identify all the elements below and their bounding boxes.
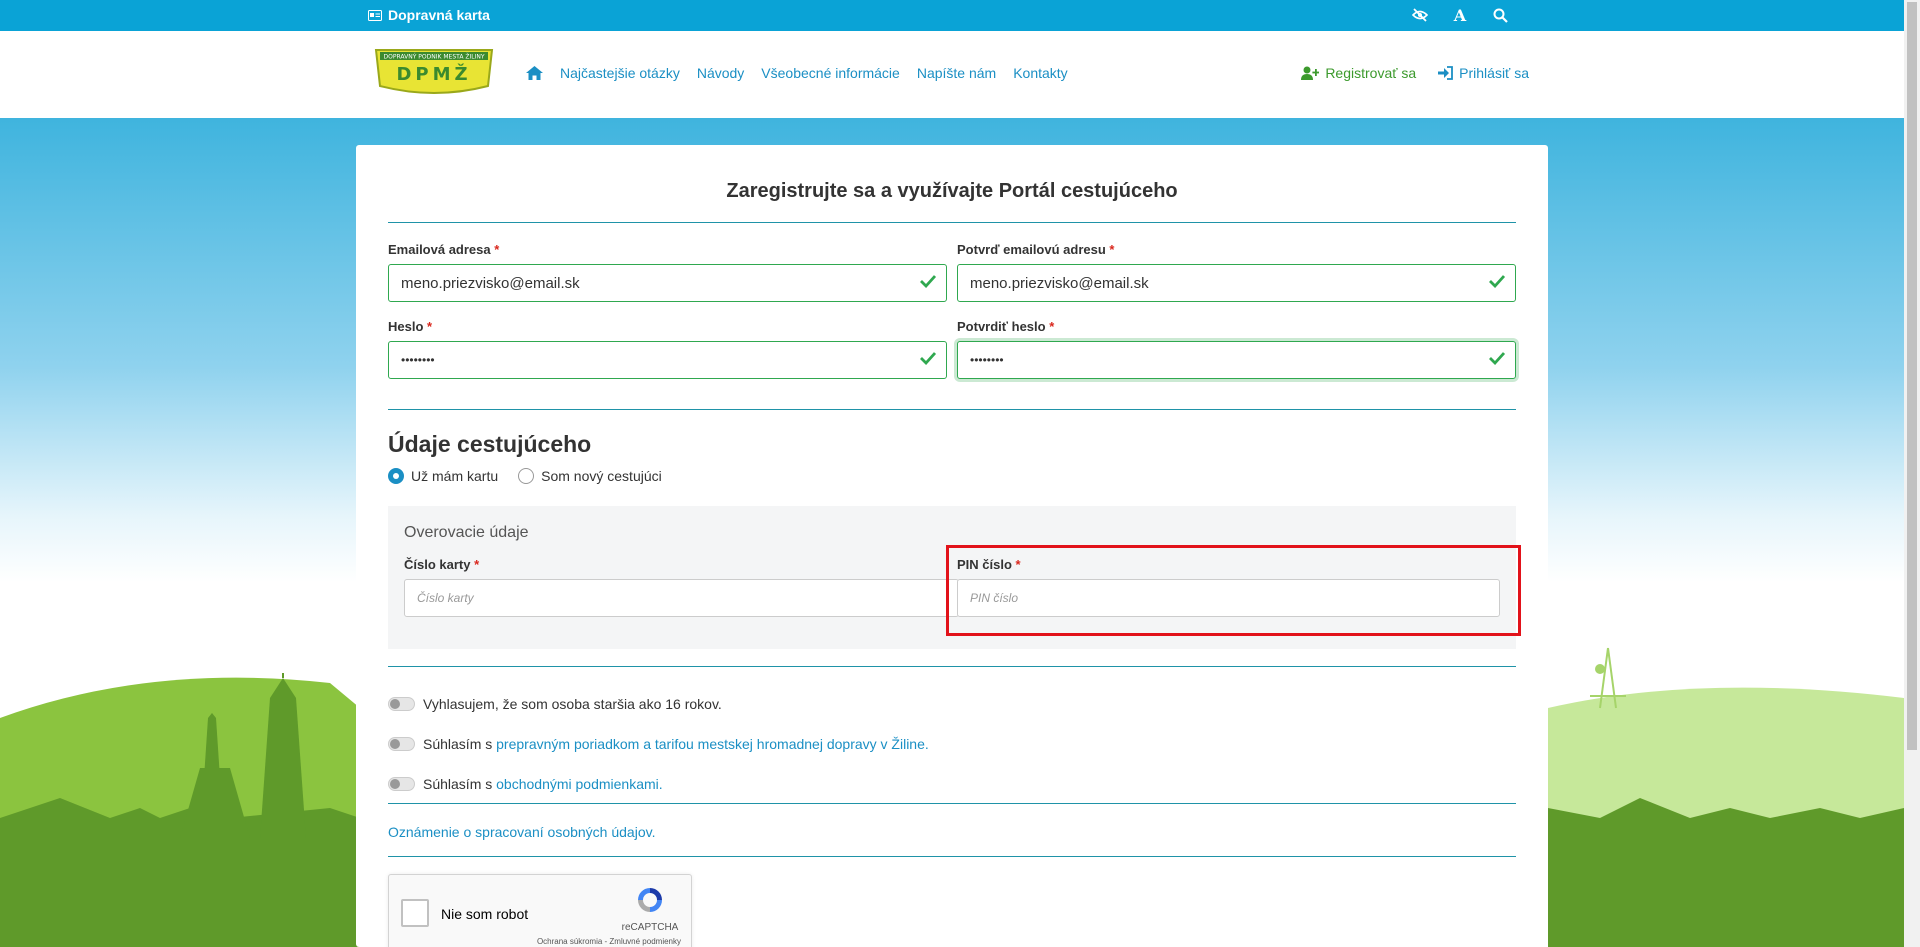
check-icon [920,275,936,288]
scrollbar-thumb[interactable] [1907,2,1917,750]
registration-card: Zaregistrujte sa a využívajte Portál ces… [356,145,1548,947]
divider [388,803,1516,804]
card-number-field-group: Číslo karty * Číslo karty [404,557,959,617]
recaptcha-label: Nie som robot [441,906,529,922]
svg-text:DOPRAVNÝ PODNIK MESTA ŽILINY: DOPRAVNÝ PODNIK MESTA ŽILINY [384,53,485,61]
recaptcha-icon [638,888,662,912]
main-nav: Najčastejšie otázky Návody Všeobecné inf… [526,65,1068,81]
email-label: Emailová adresa * [388,242,500,257]
email-confirm-field-group: Potvrď emailovú adresu * meno.priezvisko… [957,242,1516,302]
id-card-icon [368,9,382,21]
sign-in-icon [1438,66,1454,80]
card-status-radio-group: Už mám kartu Som nový cestujúci [388,468,662,484]
dpmz-logo[interactable]: DOPRAVNÝ PODNIK MESTA ŽILINY DPMŽ [374,48,494,96]
top-bar-title: Dopravná karta [388,7,490,23]
card-number-placeholder: Číslo karty [417,591,474,605]
radio-new-traveler[interactable]: Som nový cestujúci [518,468,662,484]
divider [388,222,1516,223]
nav-general-info[interactable]: Všeobecné informácie [761,65,900,81]
consent-transport-text: Súhlasím s prepravným poriadkom a tarifo… [423,736,929,752]
check-icon [1489,352,1505,365]
check-icon [920,352,936,365]
verification-title: Overovacie údaje [404,524,529,541]
recaptcha-links[interactable]: Ochrana súkromia - Zmluvné podmienky [537,937,681,946]
consent-terms-toggle[interactable] [388,777,415,791]
verification-panel: Overovacie údaje Číslo karty * Číslo kar… [388,506,1516,649]
email-field-group: Emailová adresa * meno.priezvisko@email.… [388,242,947,302]
svg-text:DPMŽ: DPMŽ [396,63,471,85]
divider [388,856,1516,857]
email-value: meno.priezvisko@email.sk [401,274,580,292]
registration-title: Zaregistrujte sa a využívajte Portál ces… [726,180,1178,202]
privacy-notice-link[interactable]: Oznámenie o spracovaní osobných údajov. [388,824,655,840]
email-confirm-label: Potvrď emailovú adresu * [957,242,1115,257]
password-confirm-input[interactable]: •••••••• [957,341,1516,379]
nav-guides[interactable]: Návody [697,65,744,81]
password-confirm-label: Potvrdiť heslo * [957,319,1055,334]
user-plus-icon [1301,66,1320,80]
font-size-icon[interactable]: A [1450,5,1470,25]
recaptcha-brand: reCAPTCHA [621,922,679,933]
recaptcha-widget: Nie som robot reCAPTCHA Ochrana súkromia… [388,874,692,947]
transport-rules-link[interactable]: prepravným poriadkom a tarifou mestskej … [496,736,929,752]
recaptcha-checkbox[interactable] [401,899,429,927]
site-header: DOPRAVNÝ PODNIK MESTA ŽILINY DPMŽ Najčas… [0,31,1904,118]
consent-terms: Súhlasím s obchodnými podmienkami. [388,764,929,804]
check-icon [1489,275,1505,288]
eye-slash-icon[interactable] [1410,5,1430,25]
consents-list: Vyhlasujem, že som osoba staršia ako 16 … [388,684,929,804]
search-icon[interactable] [1490,5,1510,25]
radio-have-card[interactable]: Už mám kartu [388,468,498,484]
pin-field-group: PIN číslo * PIN číslo [957,557,1500,617]
consent-terms-text: Súhlasím s obchodnými podmienkami. [423,776,663,792]
consent-transport: Súhlasím s prepravným poriadkom a tarifo… [388,724,929,764]
password-confirm-value: •••••••• [970,353,1004,367]
card-number-input[interactable]: Číslo karty [404,579,959,617]
card-number-label: Číslo karty * [404,557,480,572]
divider [388,666,1516,667]
password-confirm-field-group: Potvrdiť heslo * •••••••• [957,319,1516,379]
password-label: Heslo * [388,319,433,334]
password-field-group: Heslo * •••••••• [388,319,947,379]
page-scrollbar[interactable] [1904,0,1920,947]
password-input[interactable]: •••••••• [388,341,947,379]
password-value: •••••••• [401,353,435,367]
top-bar: Dopravná karta A [0,0,1904,31]
consent-age-text: Vyhlasujem, že som osoba staršia ako 16 … [423,696,722,712]
recaptcha-logo: reCAPTCHA [621,885,679,933]
nav-faq[interactable]: Najčastejšie otázky [560,65,680,81]
pin-label: PIN číslo * [957,557,1021,572]
radio-new-traveler-label: Som nový cestujúci [541,468,662,484]
email-input[interactable]: meno.priezvisko@email.sk [388,264,947,302]
register-link[interactable]: Registrovať sa [1301,65,1416,81]
register-label: Registrovať sa [1325,65,1417,81]
consent-age: Vyhlasujem, že som osoba staršia ako 16 … [388,684,929,724]
login-label: Prihlásiť sa [1459,65,1529,81]
email-confirm-input[interactable]: meno.priezvisko@email.sk [957,264,1516,302]
top-bar-brand[interactable]: Dopravná karta [368,7,490,23]
pin-placeholder: PIN číslo [970,591,1019,605]
radio-selected-icon [388,468,404,484]
radio-unselected-icon [518,468,535,484]
pin-input[interactable]: PIN číslo [957,579,1500,617]
divider [388,409,1516,410]
traveler-section-title: Údaje cestujúceho [388,431,592,457]
nav-write-us[interactable]: Napíšte nám [917,65,996,81]
login-link[interactable]: Prihlásiť sa [1438,65,1529,81]
nav-contacts[interactable]: Kontakty [1013,65,1067,81]
radio-have-card-label: Už mám kartu [411,468,499,484]
home-icon[interactable] [526,66,543,80]
consent-age-toggle[interactable] [388,697,415,711]
email-confirm-value: meno.priezvisko@email.sk [970,274,1149,292]
terms-link[interactable]: obchodnými podmienkami. [496,776,663,792]
consent-transport-toggle[interactable] [388,737,415,751]
